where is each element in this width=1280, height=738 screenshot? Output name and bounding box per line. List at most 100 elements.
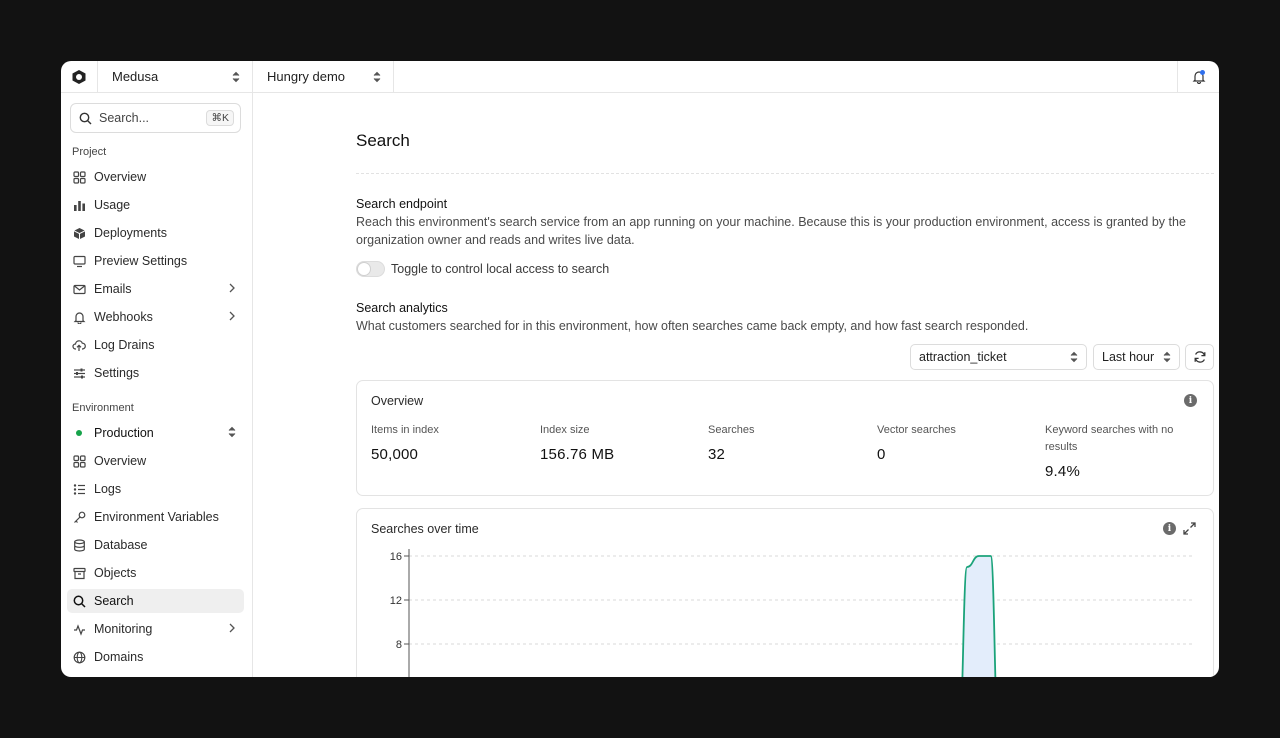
- info-icon[interactable]: i: [1184, 394, 1197, 407]
- bar-chart-icon: [72, 198, 86, 212]
- sidebar-item-env-overview[interactable]: Overview: [67, 449, 244, 473]
- sidebar-item-label: Database: [94, 538, 148, 552]
- stat-value: 50,000: [371, 446, 419, 463]
- sidebar-search-input[interactable]: Search... ⌘K: [70, 103, 241, 133]
- sidebar-item-usage[interactable]: Usage: [67, 193, 244, 217]
- globe-icon: [72, 650, 86, 664]
- updown-chevron-icon: [1070, 351, 1078, 363]
- project-section-label: Project: [72, 146, 107, 158]
- stat-label: Vector searches: [877, 424, 956, 436]
- notifications-button[interactable]: [1177, 61, 1219, 93]
- stat-index-size: Index size 156.76 MB: [540, 422, 690, 463]
- app-logo-icon: [72, 69, 86, 84]
- sidebar-item-label: Objects: [94, 566, 137, 580]
- bell-icon: [72, 310, 86, 324]
- sidebar-item-label: Emails: [94, 282, 132, 296]
- sidebar-item-preview-settings[interactable]: Preview Settings: [67, 249, 244, 273]
- sidebar-item-webhooks[interactable]: Webhooks: [67, 305, 244, 329]
- stat-label: Index size: [540, 424, 590, 436]
- y-tick-label: 16: [390, 551, 402, 563]
- sidebar-item-label: Settings: [94, 366, 140, 380]
- sidebar-item-domains[interactable]: Domains: [67, 645, 244, 669]
- analytics-heading: Search analytics: [356, 301, 448, 315]
- time-range-select-value: Last hour: [1102, 350, 1155, 364]
- sidebar-item-environment-variables[interactable]: Environment Variables: [67, 505, 244, 529]
- org-switcher[interactable]: Medusa: [98, 61, 253, 93]
- grid-icon: [72, 454, 86, 468]
- grid-icon: [72, 170, 86, 184]
- notification-dot: [1200, 69, 1205, 75]
- chevron-right-icon: [229, 311, 235, 321]
- monitor-icon: [72, 254, 86, 268]
- cloud-upload-icon: [72, 338, 86, 352]
- stat-value: 0: [877, 446, 886, 463]
- y-tick-label: 8: [396, 639, 402, 651]
- local-access-toggle-label: Toggle to control local access to search: [391, 262, 610, 276]
- analytics-description: What customers searched for in this envi…: [356, 319, 1029, 333]
- chevron-right-icon: [229, 623, 235, 633]
- sidebar-item-emails[interactable]: Emails: [67, 277, 244, 301]
- sidebar-item-log-drains[interactable]: Log Drains: [67, 333, 244, 357]
- sidebar-item-label: Overview: [94, 454, 147, 468]
- sidebar-item-monitoring[interactable]: Monitoring: [67, 617, 244, 641]
- sidebar-item-label: Webhooks: [94, 310, 153, 324]
- endpoint-description: Reach this environment's search service …: [356, 215, 1186, 247]
- stat-value: 156.76 MB: [540, 446, 615, 463]
- stat-label: Items in index: [371, 424, 439, 436]
- sidebar-item-project-overview[interactable]: Overview: [67, 165, 244, 189]
- org-name: Medusa: [112, 69, 159, 84]
- sidebar-item-logs[interactable]: Logs: [67, 477, 244, 501]
- environment-section-label: Environment: [72, 402, 134, 414]
- info-icon[interactable]: i: [1163, 522, 1176, 535]
- refresh-icon: [1194, 351, 1205, 363]
- stat-label: Keyword searches with no results: [1045, 424, 1174, 453]
- logo-button[interactable]: [61, 61, 98, 93]
- sidebar-item-search[interactable]: Search: [67, 589, 244, 613]
- stat-value: 32: [708, 446, 726, 463]
- updown-chevron-icon: [228, 426, 236, 438]
- search-icon: [79, 112, 92, 124]
- top-bar: Medusa Hungry demo: [61, 61, 1219, 93]
- search-icon: [72, 594, 86, 608]
- sidebar-item-database[interactable]: Database: [67, 533, 244, 557]
- refresh-button[interactable]: [1185, 344, 1214, 370]
- key-icon: [72, 510, 86, 524]
- sidebar-item-label: Deployments: [94, 226, 167, 240]
- updown-chevron-icon: [373, 71, 381, 82]
- sidebar-item-label: Preview Settings: [94, 254, 188, 268]
- main-content: Search Search endpoint Reach this enviro…: [254, 93, 1219, 677]
- sidebar-item-label: Overview: [94, 170, 147, 184]
- app-window: Medusa Hungry demo Search... ⌘K Project …: [61, 61, 1219, 677]
- chevron-right-icon: [229, 283, 235, 293]
- sidebar-item-label: Domains: [94, 650, 144, 664]
- database-icon: [72, 538, 86, 552]
- sidebar-item-label: Environment Variables: [94, 510, 219, 524]
- cube-icon: [72, 226, 86, 240]
- time-range-select[interactable]: Last hour: [1093, 344, 1180, 370]
- stat-vector-searches: Vector searches 0: [877, 422, 1027, 463]
- overview-card-title: Overview: [371, 394, 424, 408]
- environment-switcher[interactable]: Production: [67, 421, 244, 445]
- environment-status-dot: [76, 430, 82, 436]
- sidebar-item-label: Search: [94, 594, 134, 608]
- updown-chevron-icon: [1163, 351, 1171, 363]
- stat-label: Searches: [708, 424, 755, 436]
- sidebar-item-settings[interactable]: Settings: [67, 361, 244, 385]
- stat-items-in-index: Items in index 50,000: [371, 422, 521, 463]
- activity-icon: [72, 622, 86, 636]
- y-tick-label: 12: [390, 595, 402, 607]
- stat-value: 9.4%: [1045, 463, 1080, 480]
- stat-keyword-no-results: Keyword searches with no results 9.4%: [1045, 422, 1195, 480]
- toggle-knob: [358, 263, 370, 275]
- sidebar-item-objects[interactable]: Objects: [67, 561, 244, 585]
- title-divider: [356, 173, 1214, 174]
- project-switcher[interactable]: Hungry demo: [253, 61, 394, 93]
- sidebar-item-label: Usage: [94, 198, 131, 212]
- expand-icon[interactable]: [1183, 522, 1196, 535]
- local-access-toggle[interactable]: [356, 261, 385, 277]
- chart-title: Searches over time: [371, 522, 479, 536]
- index-select[interactable]: attraction_ticket: [910, 344, 1087, 370]
- archive-icon: [72, 566, 86, 580]
- mail-icon: [72, 282, 86, 296]
- sidebar-item-deployments[interactable]: Deployments: [67, 221, 244, 245]
